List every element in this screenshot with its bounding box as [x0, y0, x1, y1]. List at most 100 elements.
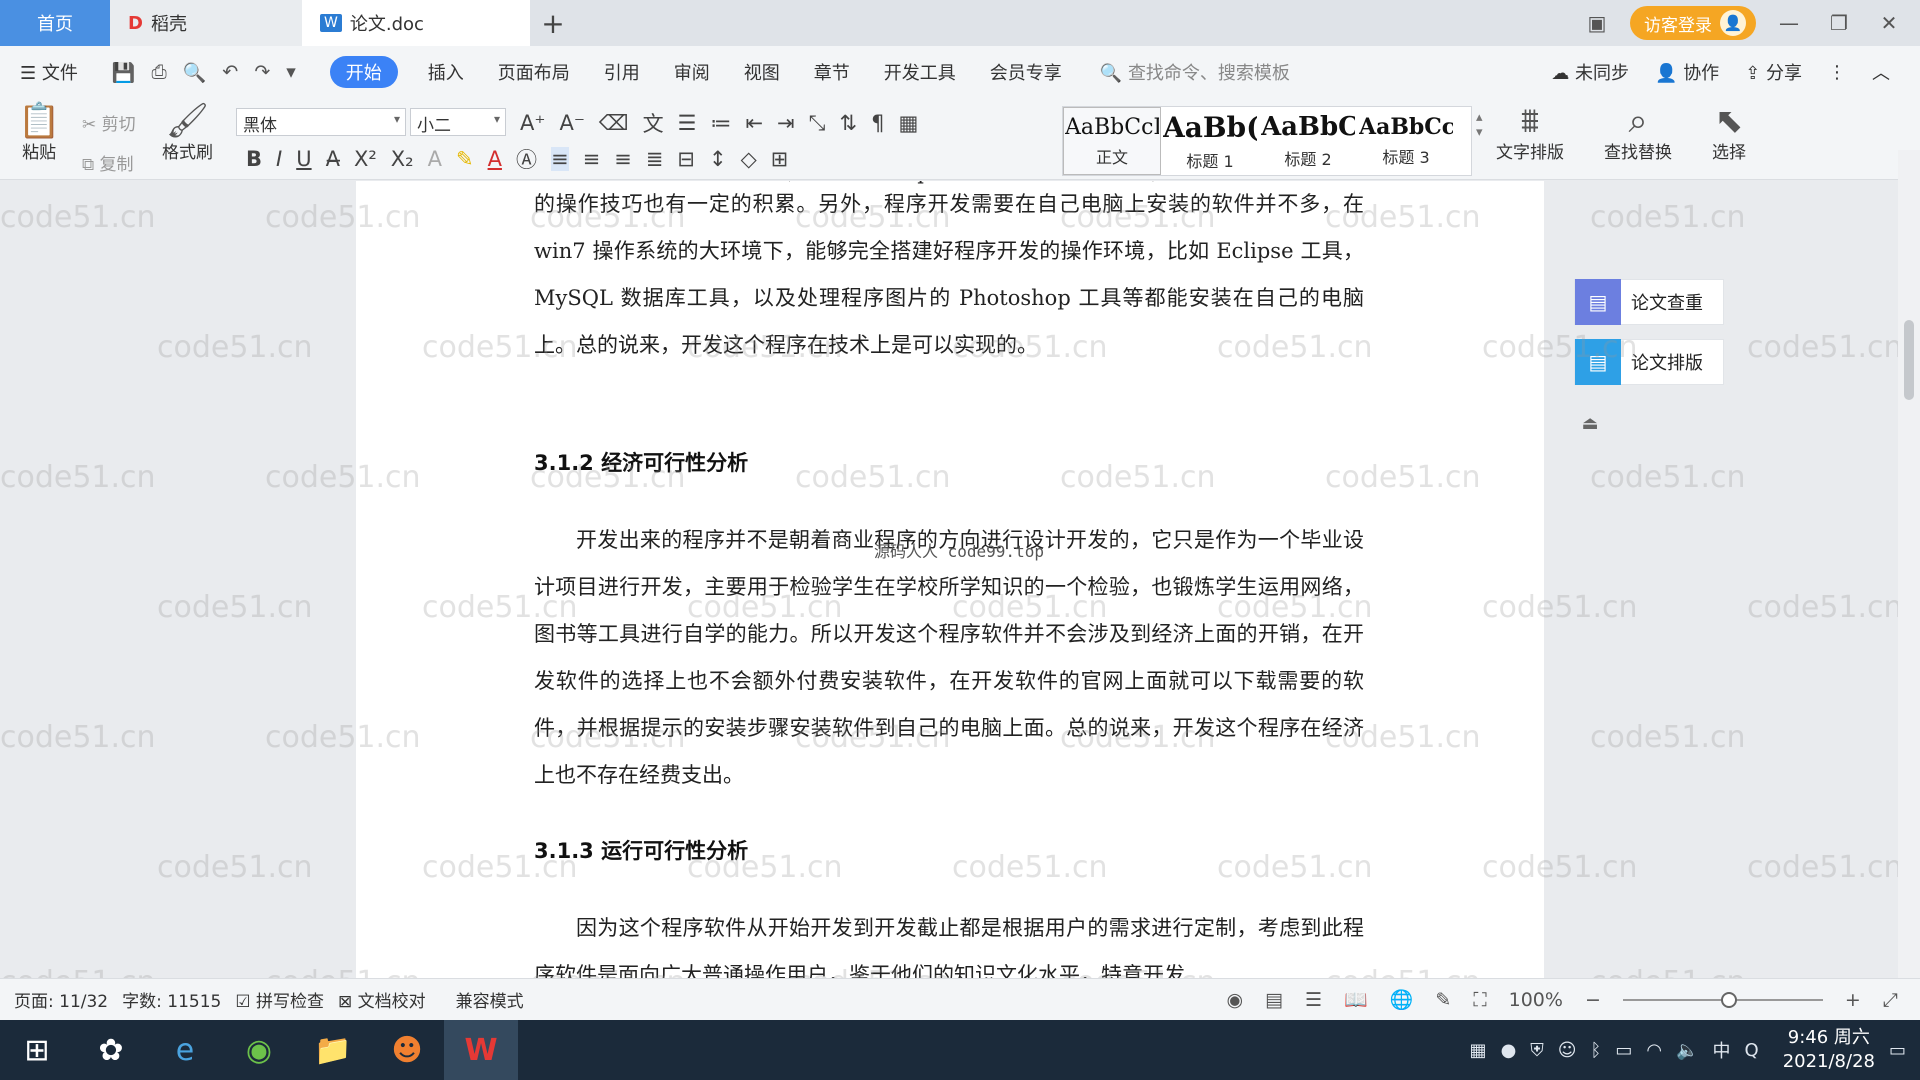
- select-button[interactable]: ⬉ 选择: [1712, 104, 1746, 163]
- sort-icon[interactable]: ⇅: [839, 111, 857, 135]
- zoom-slider[interactable]: [1622, 991, 1823, 1008]
- tray-bluetooth-icon[interactable]: ᛒ: [1591, 1040, 1602, 1061]
- style-heading-2[interactable]: AaBbC 标题 2: [1259, 107, 1357, 175]
- zoom-knob[interactable]: [1720, 991, 1737, 1008]
- menu-home[interactable]: 开始: [329, 56, 398, 88]
- tab-document[interactable]: W 论文.doc: [302, 0, 530, 46]
- ie-browser-icon[interactable]: e: [148, 1020, 222, 1080]
- style-heading-1[interactable]: AaBb( 标题 1: [1161, 107, 1259, 175]
- tray-shield-icon[interactable]: ⛨: [1530, 1040, 1544, 1061]
- vertical-scrollbar[interactable]: [1898, 150, 1920, 978]
- zoom-in-icon[interactable]: +: [1845, 989, 1861, 1011]
- outline-view-icon[interactable]: ☰: [1305, 989, 1322, 1011]
- fullscreen-icon[interactable]: ⤢: [1883, 989, 1898, 1011]
- superscript-icon[interactable]: X²: [354, 147, 377, 171]
- line-spacing-icon[interactable]: ↕: [709, 147, 727, 171]
- menu-view[interactable]: 视图: [744, 59, 780, 85]
- clear-format-icon[interactable]: ⌫: [599, 111, 629, 135]
- web-view-icon[interactable]: 🌐: [1390, 988, 1414, 1011]
- numbering-icon[interactable]: ≔: [710, 111, 731, 135]
- align-left-icon[interactable]: ≡: [550, 147, 569, 171]
- shading-icon[interactable]: ◇: [741, 147, 757, 171]
- wps-writer-icon[interactable]: W: [444, 1020, 518, 1080]
- paste-button[interactable]: 📋 粘贴: [18, 104, 60, 163]
- menu-chapter[interactable]: 章节: [814, 59, 850, 85]
- eye-protection-icon[interactable]: ◉: [1226, 989, 1243, 1011]
- battery-icon[interactable]: ▭: [1615, 1040, 1632, 1061]
- more-menu-icon[interactable]: ⋮: [1828, 62, 1846, 83]
- notification-icon[interactable]: ▭: [1889, 1040, 1906, 1061]
- write-view-icon[interactable]: ✎: [1435, 989, 1451, 1011]
- fan-app-icon[interactable]: ✿: [74, 1020, 148, 1080]
- distributed-icon[interactable]: ⊟: [677, 147, 695, 171]
- tray-qq-icon[interactable]: ☺: [1558, 1040, 1577, 1061]
- ime-indicator[interactable]: 中: [1713, 1037, 1731, 1063]
- border-icon[interactable]: ⊞: [771, 147, 789, 171]
- game-app-icon[interactable]: ☻: [370, 1020, 444, 1080]
- increase-indent-icon[interactable]: ⇥: [777, 111, 795, 135]
- file-explorer-icon[interactable]: 📁: [296, 1020, 370, 1080]
- panel-collapse-icon[interactable]: ⏏: [1576, 413, 1604, 441]
- tray-search-icon[interactable]: Q: [1745, 1040, 1759, 1061]
- login-button[interactable]: 访客登录 👤: [1630, 6, 1756, 40]
- volume-icon[interactable]: 🔈: [1676, 1040, 1698, 1061]
- format-painter-button[interactable]: 🖌 格式刷: [162, 104, 213, 163]
- show-marks-icon[interactable]: ¶: [871, 111, 884, 135]
- menu-references[interactable]: 引用: [604, 59, 640, 85]
- tab-daoke[interactable]: D 稻壳: [110, 0, 302, 46]
- font-family-select[interactable]: 黑体: [236, 108, 406, 136]
- cut-button[interactable]: ✂ 剪切: [82, 110, 136, 135]
- collapse-ribbon-icon[interactable]: ︿: [1872, 59, 1890, 85]
- more-icon[interactable]: ▾: [286, 61, 296, 84]
- close-icon[interactable]: ✕: [1872, 11, 1906, 35]
- subscript-icon[interactable]: X₂: [391, 147, 414, 171]
- highlight-icon[interactable]: ✎: [456, 147, 474, 171]
- zoom-out-icon[interactable]: −: [1585, 989, 1601, 1011]
- proofread-button[interactable]: ⊠ 文档校对: [338, 987, 426, 1012]
- char-border-icon[interactable]: Ⓐ: [516, 144, 537, 174]
- document-page[interactable]: 的程序开发方面的设计作品，所以对 Eclipse 工具的使用比较熟练，对于数据库…: [356, 181, 1544, 978]
- new-tab-button[interactable]: +: [530, 7, 576, 40]
- text-effect-icon[interactable]: A: [428, 147, 442, 171]
- command-search[interactable]: 🔍 查找命令、搜索模板: [1100, 59, 1290, 85]
- minimize-icon[interactable]: —: [1772, 11, 1806, 35]
- bullets-icon[interactable]: ☰: [678, 111, 697, 135]
- clock[interactable]: 9:46 周六 2021/8/28: [1783, 1026, 1875, 1074]
- layout-icon[interactable]: ▣: [1580, 11, 1614, 35]
- menu-member[interactable]: 会员专享: [990, 59, 1062, 85]
- shrink-font-icon[interactable]: A⁻: [559, 111, 584, 135]
- style-heading-3[interactable]: AaBbCcI 标题 3: [1357, 107, 1455, 175]
- file-menu[interactable]: ☰ 文件: [20, 59, 78, 85]
- align-center-icon[interactable]: ≡: [583, 147, 601, 171]
- align-right-icon[interactable]: ≡: [614, 147, 632, 171]
- green-browser-icon[interactable]: ◉: [222, 1020, 296, 1080]
- decrease-indent-icon[interactable]: ⇤: [745, 111, 763, 135]
- preview-icon[interactable]: 🔍: [183, 61, 207, 84]
- page-indicator[interactable]: 页面: 11/32: [14, 987, 108, 1012]
- bold-icon[interactable]: B: [246, 147, 262, 171]
- grow-font-icon[interactable]: A⁺: [520, 111, 545, 135]
- print-icon[interactable]: ⎙: [152, 61, 167, 84]
- start-icon[interactable]: ⊞: [0, 1020, 74, 1080]
- redo-icon[interactable]: ↷: [254, 61, 270, 84]
- menu-review[interactable]: 审阅: [674, 59, 710, 85]
- copy-button[interactable]: ⧉ 复制: [82, 150, 134, 175]
- page-view-icon[interactable]: ▤: [1265, 989, 1283, 1011]
- share-button[interactable]: ⇪ 分享: [1745, 59, 1802, 85]
- strikethrough-icon[interactable]: A̶: [326, 147, 340, 171]
- menu-insert[interactable]: 插入: [428, 59, 464, 85]
- tray-news-icon[interactable]: ▦: [1470, 1040, 1487, 1061]
- undo-icon[interactable]: ↶: [222, 61, 238, 84]
- menu-page-layout[interactable]: 页面布局: [498, 59, 570, 85]
- tab-home[interactable]: 首页: [0, 0, 110, 46]
- style-normal[interactable]: AaBbCcI 正文: [1063, 107, 1161, 175]
- scroll-thumb[interactable]: [1904, 320, 1914, 400]
- menu-developer[interactable]: 开发工具: [884, 59, 956, 85]
- text-direction-icon[interactable]: ⤡: [809, 111, 826, 136]
- phonetic-icon[interactable]: 文: [643, 108, 664, 138]
- paper-check-button[interactable]: ▤ 论文查重: [1574, 279, 1724, 325]
- wifi-icon[interactable]: ◠: [1646, 1040, 1662, 1061]
- font-color-icon[interactable]: A: [488, 147, 502, 171]
- paper-layout-button[interactable]: ▤ 论文排版: [1574, 339, 1724, 385]
- underline-icon[interactable]: U: [296, 147, 311, 171]
